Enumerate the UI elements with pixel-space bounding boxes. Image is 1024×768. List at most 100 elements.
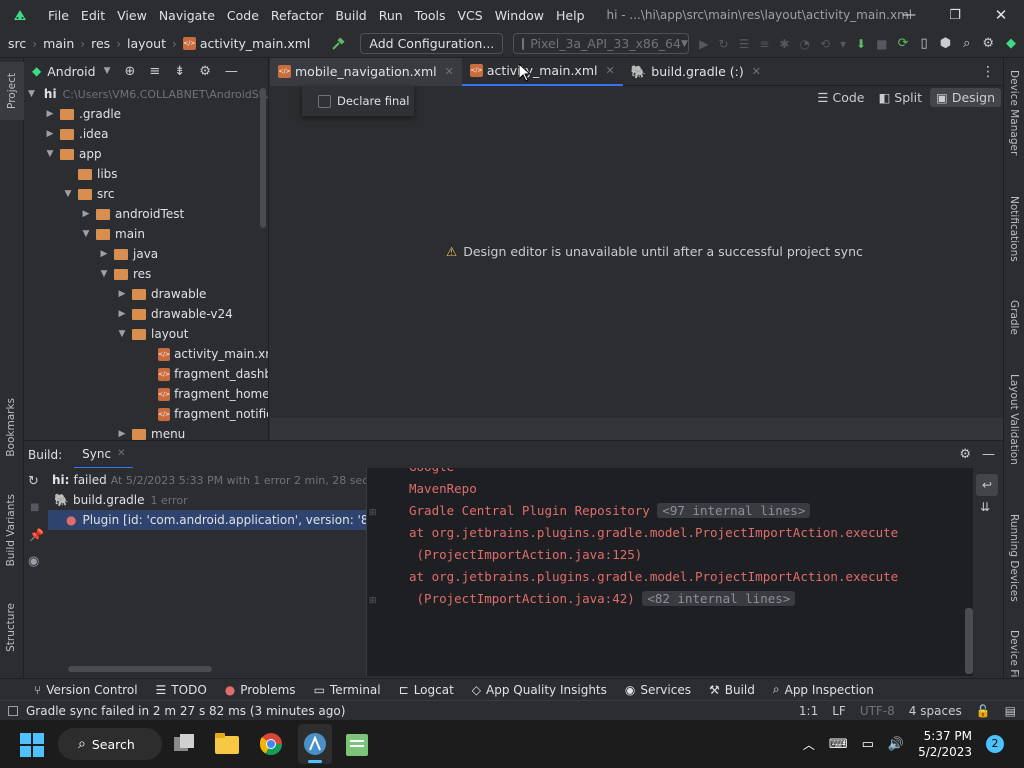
internal-lines-chip[interactable]: <97 internal lines> [657,503,811,518]
bookmarks-toolwindow-button[interactable]: Bookmarks [5,398,17,460]
notepad-icon[interactable] [346,732,368,756]
console-scrollbar[interactable] [965,608,973,674]
structure-toolwindow-button[interactable]: Structure [5,603,17,655]
running-devices-toolwindow-button[interactable]: Running Devices [1008,514,1020,605]
settings-gear-icon[interactable]: ⚙ [982,36,994,51]
split-mode-button[interactable]: ◧ Split [872,88,928,107]
rerun-icon[interactable]: ↻ [719,37,729,51]
minimize-button[interactable]: — [886,7,932,23]
internal-lines-chip[interactable]: <82 internal lines> [642,591,796,606]
tab-build-gradle[interactable]: 🐘 build.gradle (:) ✕ [623,58,769,86]
caret-position[interactable]: 1:1 [799,704,818,718]
apply-code-icon[interactable]: ≡ [759,37,769,51]
tab-sync[interactable]: Sync ✕ [74,441,134,469]
breadcrumb-layout[interactable]: layout [127,36,166,51]
tab-mobile-navigation[interactable]: </> mobile_navigation.xml ✕ [270,57,462,86]
close-tab-icon[interactable]: ✕ [605,64,614,77]
tree-item-res[interactable]: ▼ res [24,264,268,284]
select-opened-file-icon[interactable]: ⊕ [124,64,135,79]
tree-item-drawable-v24[interactable]: ▶ drawable-v24 [24,304,268,324]
restore-button[interactable]: ❐ [932,8,978,23]
stop-icon[interactable]: ■ [876,37,887,51]
apply-changes-icon[interactable]: ☰ [739,37,750,51]
restart-sync-icon[interactable]: ↻ [28,474,39,489]
build-gradle-row[interactable]: 🐘 build.gradle 1 error [52,490,366,510]
more-run-icon[interactable]: ▾ [840,37,846,51]
windows-start-icon[interactable] [20,733,44,757]
build-settings-gear-icon[interactable]: ⚙ [959,447,971,462]
close-tab-icon[interactable]: ✕ [445,65,454,78]
options-gear-icon[interactable]: ⚙ [199,64,211,79]
tab-services[interactable]: ◉ Services [625,683,691,697]
tree-item-idea[interactable]: ▶ .idea [24,124,268,144]
tree-item-fragment-dashboard[interactable]: </>fragment_dashboard.xml [24,364,268,384]
device-manager-toolwindow-button[interactable]: Device Manager [1008,70,1020,158]
toggle-panels-icon[interactable] [8,705,18,716]
android-studio-taskbar-button[interactable] [298,724,332,764]
tab-terminal[interactable]: ▭ Terminal [314,683,381,697]
pin-icon[interactable]: 📌 [29,528,44,542]
tree-item-gradle[interactable]: ▶ .gradle [24,104,268,124]
scroll-to-end-icon[interactable]: ⇊ [980,500,990,514]
profile-icon[interactable]: ◔ [799,37,809,51]
menu-refactor[interactable]: Refactor [271,8,323,23]
display-icon[interactable]: ▭ [862,737,874,752]
tab-app-inspection[interactable]: ⌕ App Inspection [773,682,874,697]
soft-wrap-icon[interactable]: ↩ [976,474,998,496]
hide-panel-icon[interactable]: — [225,64,238,79]
file-explorer-icon[interactable] [215,732,239,754]
build-error-row[interactable]: ● Plugin [id: 'com.android.application',… [48,510,366,530]
clock[interactable]: 5:37 PM 5/2/2023 [918,728,972,760]
line-ending[interactable]: LF [832,704,846,718]
menu-view[interactable]: View [117,8,147,23]
tree-item-java[interactable]: ▶ java [24,244,268,264]
tab-problems[interactable]: ● Problems [225,683,296,697]
project-view-select[interactable]: Android [47,64,95,79]
chevron-down-icon[interactable]: ▼ [104,66,111,76]
code-mode-button[interactable]: ☰ Code [811,88,870,107]
menu-code[interactable]: Code [227,8,259,23]
expand-all-icon[interactable]: ≡ [149,64,160,79]
fold-marker-icon[interactable]: ⊞ [369,596,377,606]
taskbar-search[interactable]: ⌕ Search [58,728,162,760]
build-root-row[interactable]: hi: failed At 5/2/2023 5:33 PM with 1 er… [52,470,366,490]
gradle-toolwindow-button[interactable]: Gradle [1008,300,1020,338]
menu-file[interactable]: File [48,8,69,23]
sdk-manager-icon[interactable]: ⬢ [940,36,951,51]
sync-project-icon[interactable]: ⬇ [856,37,866,51]
menu-run[interactable]: Run [379,8,403,23]
task-view-icon[interactable] [172,732,196,756]
more-tabs-icon[interactable]: ⋮ [981,64,995,80]
tree-item-libs[interactable]: libs [24,164,268,184]
tree-item-app[interactable]: ▼ app [24,144,268,164]
device-selector[interactable]: Pixel_3a_API_33_x86_64 ▼ [513,33,690,54]
gradle-sync-icon[interactable]: ⟳ [898,36,909,51]
tab-version-control[interactable]: ⑂ Version Control [34,683,138,697]
menu-tools[interactable]: Tools [415,8,446,23]
collapse-all-icon[interactable]: ⇟ [174,64,185,79]
breadcrumb-res[interactable]: res [91,36,110,51]
tree-item-activity-main[interactable]: </>activity_main.xml [24,344,268,364]
eye-icon[interactable]: ◉ [28,554,39,569]
tree-item-src[interactable]: ▼ src [24,184,268,204]
tree-item-fragment-notifications[interactable]: </>fragment_notifications.xml [24,404,268,424]
design-mode-button[interactable]: ▣ Design [930,88,1001,107]
close-window-button[interactable]: ✕ [978,6,1024,24]
breadcrumb-src[interactable]: src [8,36,26,51]
device-manager-icon[interactable]: ▯ [921,36,928,51]
close-tab-icon[interactable]: ✕ [752,65,761,78]
volume-icon[interactable]: 🔊 [888,737,904,752]
chrome-icon[interactable] [259,732,283,756]
menu-help[interactable]: Help [556,8,585,23]
tab-app-quality-insights[interactable]: ◇ App Quality Insights [472,683,607,697]
file-encoding[interactable]: UTF-8 [860,704,895,718]
menu-window[interactable]: Window [495,8,544,23]
menu-build[interactable]: Build [335,8,366,23]
memory-indicator-icon[interactable]: ▤ [1005,704,1016,718]
stop-build-icon[interactable]: ■ [30,502,39,513]
hide-build-panel-icon[interactable]: — [982,447,995,462]
breadcrumb-file[interactable]: activity_main.xml [200,36,311,51]
breadcrumb-main[interactable]: main [43,36,74,51]
search-everywhere-icon[interactable]: ⌕ [963,36,970,51]
tree-item-fragment-home[interactable]: </>fragment_home.xml [24,384,268,404]
